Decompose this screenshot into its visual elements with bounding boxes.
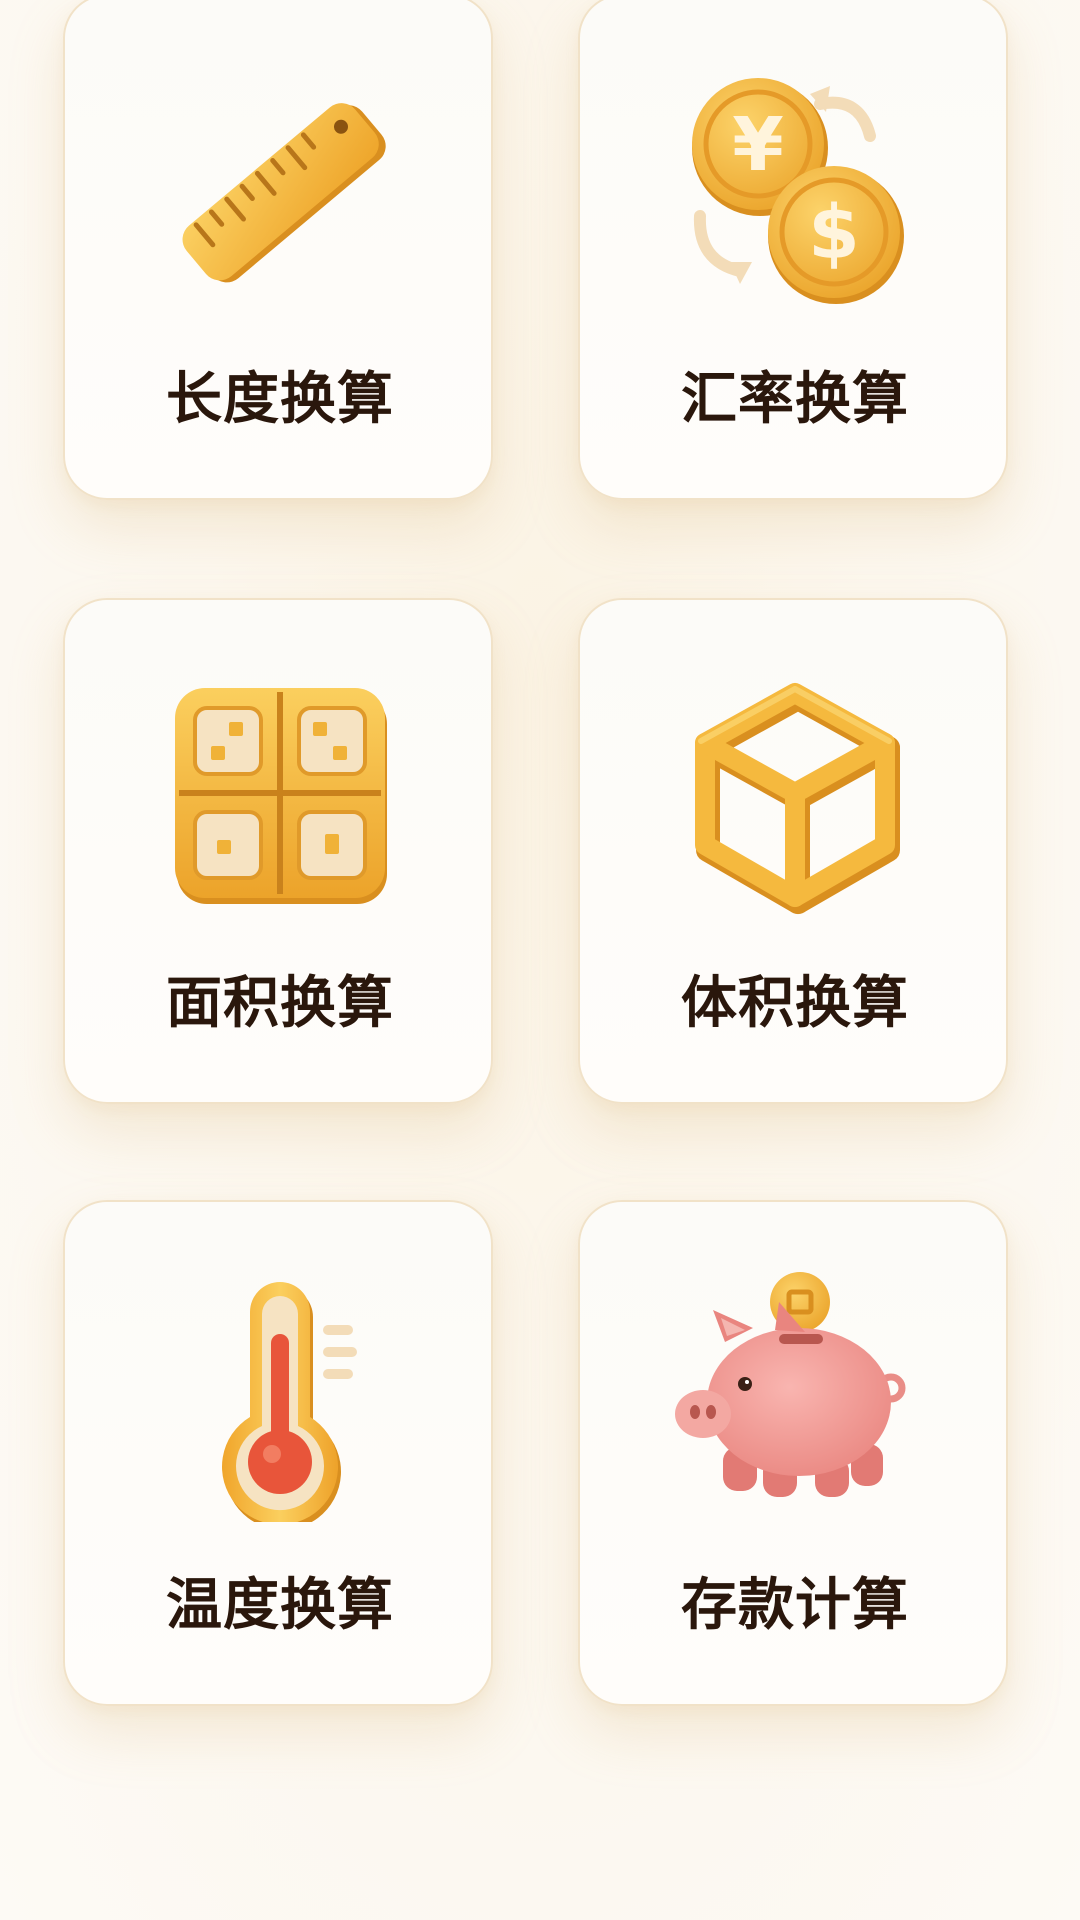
length-converter-card[interactable]: 长度换算 bbox=[63, 0, 493, 500]
temperature-converter-label: 温度换算 bbox=[166, 1573, 394, 1638]
area-grid-icon bbox=[65, 670, 495, 920]
savings-calculator-card[interactable]: 存款计算 bbox=[578, 1200, 1008, 1706]
length-converter-label: 长度换算 bbox=[166, 367, 394, 432]
temperature-converter-card[interactable]: 温度换算 bbox=[63, 1200, 493, 1706]
area-converter-card[interactable]: 面积换算 bbox=[63, 598, 493, 1104]
volume-converter-label: 体积换算 bbox=[681, 971, 909, 1036]
converter-grid: 长度换算 ¥ $ 汇率换算 面积换算 体积换算 温度换算 存款计算 bbox=[0, 0, 1080, 1920]
currency-converter-label: 汇率换算 bbox=[681, 367, 909, 432]
ruler-icon bbox=[65, 66, 495, 316]
thermometer-icon bbox=[65, 1272, 495, 1522]
piggy-bank-icon bbox=[580, 1272, 1010, 1522]
savings-calculator-label: 存款计算 bbox=[681, 1573, 909, 1638]
currency-exchange-icon: ¥ $ bbox=[580, 66, 1010, 316]
volume-converter-card[interactable]: 体积换算 bbox=[578, 598, 1008, 1104]
area-converter-label: 面积换算 bbox=[166, 971, 394, 1036]
cube-icon bbox=[580, 670, 1010, 920]
svg-text:¥: ¥ bbox=[732, 102, 784, 188]
svg-text:$: $ bbox=[808, 190, 860, 276]
currency-converter-card[interactable]: ¥ $ 汇率换算 bbox=[578, 0, 1008, 500]
